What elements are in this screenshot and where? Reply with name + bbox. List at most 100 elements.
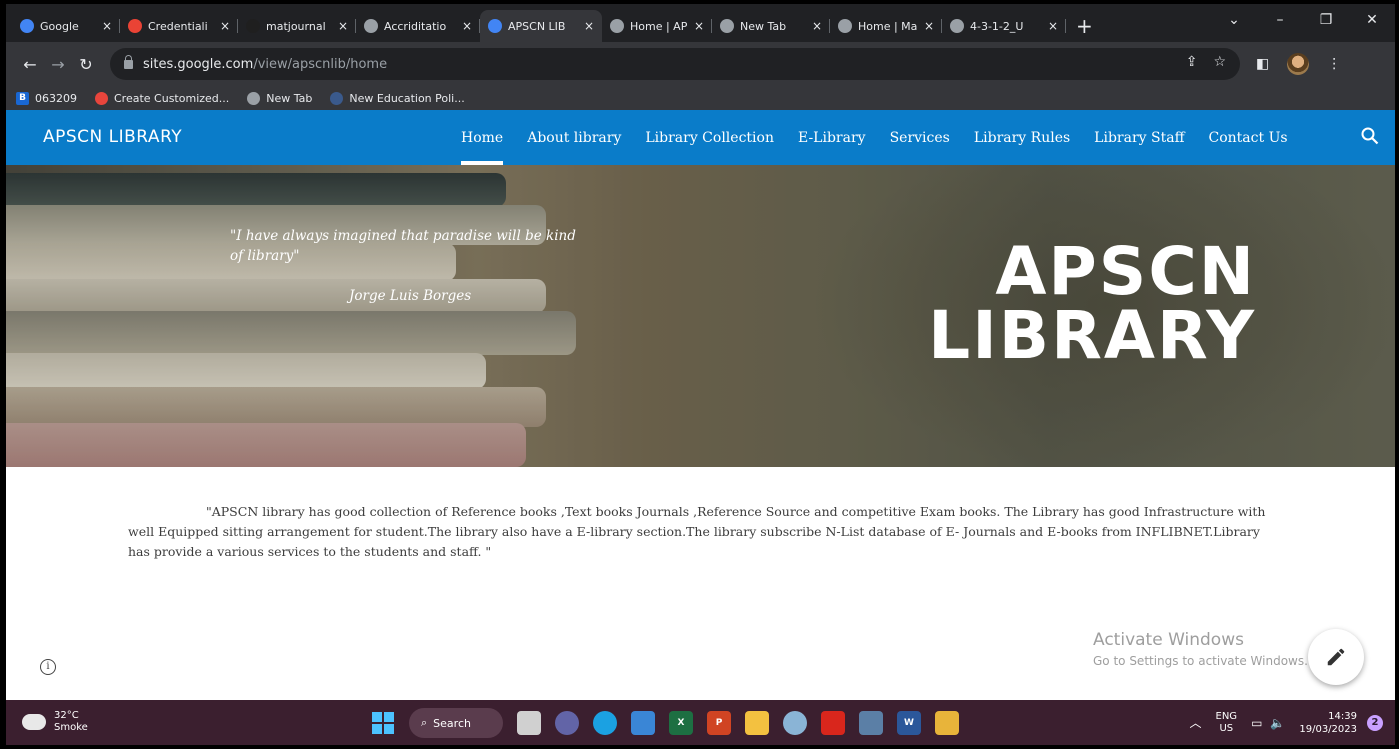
clock[interactable]: 14:39 19/03/2023	[1299, 710, 1357, 736]
browser-tab[interactable]: Google ×	[12, 10, 120, 42]
edit-fab-button[interactable]	[1308, 629, 1364, 685]
bookmark-item[interactable]: New Education Poli...	[330, 91, 465, 105]
bookmark-star-icon[interactable]: ☆	[1213, 54, 1226, 70]
canva-icon	[95, 91, 108, 105]
bookmark-item[interactable]: New Tab	[247, 91, 313, 105]
tab-close-icon[interactable]: ×	[102, 19, 112, 33]
bookmark-label: New Tab	[266, 91, 313, 105]
acrobat-icon[interactable]	[821, 711, 845, 735]
hero-banner: "I have always imagined that paradise wi…	[6, 165, 1395, 467]
tray-overflow-icon[interactable]: ︿	[1189, 714, 1201, 731]
nav-item-services[interactable]: Services	[890, 110, 950, 165]
store-icon[interactable]	[631, 711, 655, 735]
browser-tab[interactable]: Accriditatio ×	[356, 10, 480, 42]
menu-kebab-icon[interactable]: ⋮	[1327, 56, 1341, 72]
weather-condition: Smoke	[54, 722, 88, 733]
url-host: sites.google.com	[143, 56, 254, 72]
url-path: /view/apscnlib/home	[253, 56, 388, 72]
nav-item-about-library[interactable]: About library	[527, 110, 621, 165]
browser-tab[interactable]: Credentiali ×	[120, 10, 238, 42]
restore-button[interactable]: ❐	[1303, 12, 1349, 28]
volume-icon[interactable]: 🔈	[1270, 716, 1285, 730]
site-nav: Home About library Library Collection E-Lib…	[461, 110, 1288, 165]
chrome-icon[interactable]	[935, 711, 959, 735]
weather-widget[interactable]: 32°C Smoke	[22, 708, 88, 734]
new-tab-button[interactable]: +	[1076, 10, 1093, 42]
globe-icon	[247, 91, 261, 105]
tab-close-icon[interactable]: ×	[338, 19, 348, 33]
site-search-icon[interactable]	[1361, 127, 1379, 145]
tab-title: Credentiali	[148, 19, 208, 33]
site-brand[interactable]: APSCN LIBRARY	[43, 127, 182, 147]
bookmark-item[interactable]: B 063209	[16, 91, 77, 105]
hero-quote: "I have always imagined that paradise wi…	[230, 228, 576, 264]
calculator-icon[interactable]	[859, 711, 883, 735]
chrome-icon	[720, 19, 734, 33]
weather-temperature: 32°C	[54, 710, 79, 721]
browser-tab[interactable]: matjournal ×	[238, 10, 356, 42]
start-button[interactable]	[371, 711, 395, 735]
powerpoint-icon[interactable]: P	[707, 711, 731, 735]
nav-item-library-rules[interactable]: Library Rules	[974, 110, 1070, 165]
tab-close-icon[interactable]: ×	[924, 19, 934, 33]
edge-icon[interactable]	[593, 711, 617, 735]
pkp-icon	[246, 19, 260, 33]
address-bar[interactable]: sites.google.com/view/apscnlib/home ⇪ ☆	[110, 48, 1240, 80]
language-indicator[interactable]: ENG US	[1216, 711, 1238, 735]
share-icon[interactable]: ⇪	[1186, 54, 1198, 70]
lock-icon[interactable]	[124, 54, 133, 69]
google-icon	[20, 19, 34, 33]
browser-tab[interactable]: APSCN LIB ×	[480, 10, 602, 42]
window-controls: ⌄ – ❐ ✕	[1211, 4, 1395, 36]
close-window-button[interactable]: ✕	[1349, 12, 1395, 28]
nav-item-library-collection[interactable]: Library Collection	[645, 110, 774, 165]
minimize-button[interactable]: –	[1257, 12, 1303, 28]
browser-toolbar: ← → ↻ sites.google.com/view/apscnlib/hom…	[6, 42, 1395, 86]
tab-close-icon[interactable]: ×	[1048, 19, 1058, 33]
side-panel-icon[interactable]: ◧	[1256, 56, 1269, 72]
tab-search-icon[interactable]: ⌄	[1211, 12, 1257, 28]
bookmark-label: 063209	[35, 91, 77, 105]
back-button[interactable]: ←	[16, 55, 44, 74]
tab-close-icon[interactable]: ×	[462, 19, 472, 33]
region-code: US	[1219, 722, 1234, 734]
tab-close-icon[interactable]: ×	[584, 19, 594, 33]
nav-item-library-staff[interactable]: Library Staff	[1094, 110, 1184, 165]
tab-title: New Tab	[740, 19, 787, 33]
activate-windows-watermark: Activate Windows Go to Settings to activ…	[1093, 630, 1308, 668]
pencil-icon	[1327, 648, 1345, 666]
hero-title: APSCN LIBRARY	[916, 239, 1256, 369]
network-icon[interactable]: ▭	[1251, 716, 1262, 730]
bookmark-item[interactable]: Create Customized...	[95, 91, 229, 105]
notification-badge[interactable]: 2	[1367, 714, 1383, 731]
browser-tab[interactable]: New Tab ×	[712, 10, 830, 42]
taskbar-apps: ⌕ Search XP W	[371, 706, 959, 740]
tab-close-icon[interactable]: ×	[812, 19, 822, 33]
forward-button[interactable]: →	[44, 55, 72, 74]
nav-item-e-library[interactable]: E-Library	[798, 110, 866, 165]
nav-item-contact-us[interactable]: Contact Us	[1209, 110, 1288, 165]
browser-tab[interactable]: 4-3-1-2_U ×	[942, 10, 1066, 42]
web-page: APSCN LIBRARY Home About library Library C…	[6, 110, 1395, 700]
settings-icon[interactable]	[783, 711, 807, 735]
tab-close-icon[interactable]: ×	[694, 19, 704, 33]
explorer-icon[interactable]	[745, 711, 769, 735]
language-code: ENG	[1215, 710, 1238, 722]
word-icon[interactable]: W	[897, 711, 921, 735]
tab-title: APSCN LIB	[508, 19, 566, 33]
taskbar-search[interactable]: ⌕ Search	[409, 708, 503, 738]
nav-item-home[interactable]: Home	[461, 110, 504, 165]
tab-close-icon[interactable]: ×	[220, 19, 230, 33]
browser-tab[interactable]: Home | AP ×	[602, 10, 712, 42]
profile-avatar[interactable]	[1287, 53, 1310, 75]
site-header: APSCN LIBRARY Home About library Library C…	[6, 110, 1395, 165]
info-icon[interactable]: i	[40, 659, 56, 675]
chat-icon[interactable]	[555, 711, 579, 735]
system-tray: ︿ ENG US ▭ 🔈 14:39 19/03/2023 2	[1189, 700, 1395, 745]
activate-windows-subtitle: Go to Settings to activate Windows.	[1093, 654, 1308, 668]
reload-button[interactable]: ↻	[72, 55, 100, 74]
tab-title: Home | AP	[630, 19, 688, 33]
browser-tab[interactable]: Home | Ma ×	[830, 10, 942, 42]
excel-icon[interactable]: X	[669, 711, 693, 735]
taskview-icon[interactable]	[517, 711, 541, 735]
